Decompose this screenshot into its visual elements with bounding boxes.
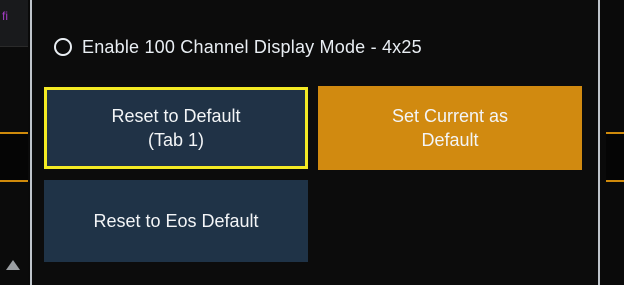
- set-current-as-default-line1: Set Current as: [391, 106, 509, 126]
- triangle-icon: [6, 260, 20, 270]
- reset-to-default-tab-button[interactable]: Reset to Default (Tab 1): [44, 87, 308, 169]
- set-current-as-default-label: Set Current as Default: [392, 104, 508, 152]
- reset-to-eos-default-label: Reset to Eos Default: [93, 211, 259, 231]
- background-right-panel: [606, 0, 624, 285]
- reset-to-eos-default-button[interactable]: Reset to Eos Default: [44, 180, 308, 262]
- reset-to-default-tab-line2: (Tab 1): [147, 130, 204, 150]
- set-current-as-default-line2: Default: [421, 130, 479, 150]
- background-text-fragment: fi: [2, 9, 8, 23]
- display-settings-popup: Enable 100 Channel Display Mode - 4x25 R…: [30, 0, 600, 285]
- channel-display-mode-label: Enable 100 Channel Display Mode - 4x25: [82, 36, 422, 57]
- background-amber-band-right: [606, 132, 624, 182]
- background-left-toolbar: fi: [0, 0, 28, 47]
- reset-to-default-tab-label: Reset to Default (Tab 1): [111, 104, 240, 152]
- channel-display-mode-option[interactable]: Enable 100 Channel Display Mode - 4x25: [54, 34, 422, 60]
- app-screen: fi Enable 100 Channel Display Mode - 4x2…: [0, 0, 624, 285]
- background-left-panel: fi: [0, 0, 28, 285]
- radio-button[interactable]: [54, 38, 72, 56]
- set-current-as-default-button[interactable]: Set Current as Default: [318, 86, 582, 170]
- reset-to-default-tab-line1: Reset to Default: [111, 106, 241, 126]
- background-amber-band: [0, 132, 28, 182]
